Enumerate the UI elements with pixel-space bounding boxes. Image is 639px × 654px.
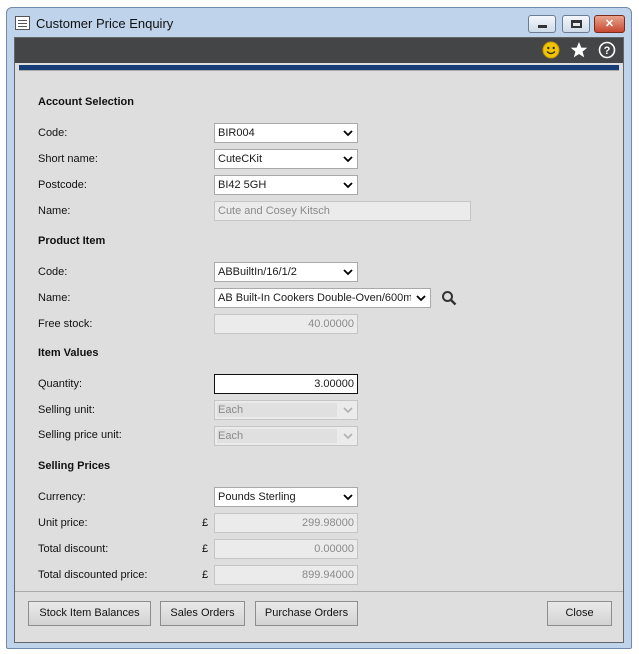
chevron-down-icon — [343, 130, 353, 137]
chevron-down-icon — [343, 269, 353, 276]
selling-unit-select: Each — [214, 400, 358, 420]
stock-item-balances-button[interactable]: Stock Item Balances — [28, 601, 151, 626]
free-stock-field: 40.00000 — [214, 314, 358, 334]
short-name-select[interactable]: CuteCKit — [214, 149, 358, 169]
selling-unit-label: Selling unit: — [38, 404, 95, 416]
chevron-down-icon — [416, 295, 426, 302]
currency-symbol: £ — [202, 569, 209, 581]
toolbar: ? — [15, 38, 623, 63]
close-icon: ✕ — [604, 18, 615, 30]
help-icon[interactable]: ? — [598, 41, 616, 59]
free-stock-label: Free stock: — [38, 318, 93, 330]
window-title: Customer Price Enquiry — [36, 16, 174, 31]
account-code-label: Code: — [38, 127, 68, 139]
close-window-button[interactable]: ✕ — [594, 15, 625, 33]
section-item-values: Item Values — [38, 347, 99, 359]
minimize-icon — [538, 25, 547, 28]
total-discounted-price-label: Total discounted price: — [38, 569, 148, 581]
form-panel: ? Account Selection Code: BIR004 Short n… — [14, 37, 624, 643]
quantity-label: Quantity: — [38, 378, 83, 390]
maximize-button[interactable] — [562, 15, 590, 33]
currency-symbol: £ — [202, 543, 209, 555]
unit-price-label: Unit price: — [38, 517, 88, 529]
total-discounted-price-field: 899.94000 — [214, 565, 358, 585]
section-selling-prices: Selling Prices — [38, 460, 111, 472]
account-name-field: Cute and Cosey Kitsch — [214, 201, 471, 221]
product-name-label: Name: — [38, 292, 71, 304]
maximize-icon — [571, 20, 582, 28]
close-button[interactable]: Close — [547, 601, 612, 626]
unit-price-field: 299.98000 — [214, 513, 358, 533]
star-icon[interactable] — [570, 41, 588, 59]
account-code-select[interactable]: BIR004 — [214, 123, 358, 143]
product-code-label: Code: — [38, 266, 68, 278]
quantity-input[interactable]: 3.00000 — [214, 374, 358, 394]
chevron-down-icon — [343, 156, 353, 163]
currency-select[interactable]: Pounds Sterling — [214, 487, 358, 507]
product-name-select[interactable]: AB Built-In Cookers Double-Oven/600mm — [214, 288, 431, 308]
minimize-button[interactable] — [528, 15, 556, 33]
section-product-item: Product Item — [38, 235, 106, 247]
total-discount-label: Total discount: — [38, 543, 109, 555]
postcode-select[interactable]: BI42 5GH — [214, 175, 358, 195]
product-code-select[interactable]: ABBuiltIn/16/1/2 — [214, 262, 358, 282]
purchase-orders-button[interactable]: Purchase Orders — [255, 601, 358, 626]
svg-text:?: ? — [604, 45, 611, 57]
footer-divider — [15, 591, 623, 592]
selling-price-unit-label: Selling price unit: — [38, 429, 122, 441]
section-account-selection: Account Selection — [38, 96, 134, 108]
calculator-app-icon — [15, 16, 30, 30]
search-icon[interactable] — [441, 290, 457, 306]
sales-orders-button[interactable]: Sales Orders — [160, 601, 245, 626]
smiley-icon[interactable] — [542, 41, 560, 59]
currency-symbol: £ — [202, 517, 209, 529]
chevron-down-icon — [343, 494, 353, 501]
postcode-label: Postcode: — [38, 179, 87, 191]
chevron-down-icon — [343, 407, 353, 414]
price-enquiry-window: Customer Price Enquiry ✕ ? Account Selec… — [6, 7, 632, 649]
divider — [19, 70, 619, 71]
chevron-down-icon — [343, 433, 353, 440]
title-bar[interactable]: Customer Price Enquiry ✕ — [7, 8, 631, 37]
chevron-down-icon — [343, 182, 353, 189]
account-name-label: Name: — [38, 205, 71, 217]
total-discount-field: 0.00000 — [214, 539, 358, 559]
short-name-label: Short name: — [38, 153, 98, 165]
currency-label: Currency: — [38, 491, 86, 503]
selling-price-unit-select: Each — [214, 426, 358, 446]
